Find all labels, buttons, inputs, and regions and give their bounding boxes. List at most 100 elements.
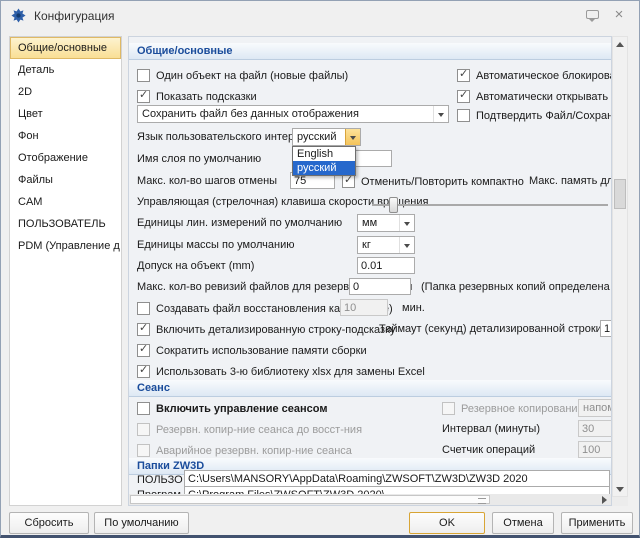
user-folder-label: ПОЛЬЗО [137,474,183,486]
sidebar-item-part[interactable]: Деталь [10,59,121,81]
sidebar-item-cam[interactable]: CAM [10,191,121,213]
horizontal-scrollbar-thumb[interactable] [130,495,490,504]
language-value: русский [297,131,336,143]
defaults-button[interactable]: По умолчанию [94,512,189,534]
sidebar-item-label: Деталь [18,64,54,76]
rotation-speed-slider-thumb[interactable] [389,197,398,213]
window-title: Конфигурация [34,9,115,23]
scroll-down-icon[interactable] [613,482,627,496]
cancel-button[interactable]: Отмена [492,512,554,534]
confirm-save-checkbox[interactable] [457,109,470,122]
show-tips-checkbox[interactable] [137,90,150,103]
sidebar-item-2d[interactable]: 2D [10,81,121,103]
sidebar-item-label: CAM [18,196,42,208]
sidebar-item-background[interactable]: Фон [10,125,121,147]
auto-error-checkbox[interactable] [457,90,470,103]
sidebar-item-pdm[interactable]: PDM (Управление дан... [10,235,121,257]
session-mgmt-row: Включить управление сеансом [137,402,327,415]
sidebar-item-label: Файлы [18,174,53,186]
xlsx-label: Использовать 3-ю библиотеку xlsx для зам… [156,366,425,378]
tooltip-timeout-input[interactable] [600,320,612,337]
sidebar-item-label: ПОЛЬЗОВАТЕЛЬ [18,218,106,230]
horizontal-scrollbar[interactable] [129,494,611,505]
sidebar-item-label: Общие/основные [18,42,107,54]
rotation-speed-slider-track[interactable] [372,204,608,206]
sidebar-item-color[interactable]: Цвет [10,103,121,125]
chevron-down-icon[interactable] [345,129,360,145]
sidebar-item-files[interactable]: Файлы [10,169,121,191]
language-dropdown-list: English русский [292,146,356,176]
op-counter-input[interactable] [578,441,612,458]
sidebar-item-label: Отображение [18,152,88,164]
xlsx-row: Использовать 3-ю библиотеку xlsx для зам… [137,365,425,378]
max-memory-label: Макс. память для отм [529,175,612,187]
titlebar[interactable]: Конфигурация × [1,1,639,31]
configuration-dialog: Конфигурация × Общие/основные Деталь 2D … [0,0,640,538]
user-folder-input[interactable] [184,470,610,487]
app-logo-icon [11,8,26,23]
backup-before-restore-row: Резервн. копир-ние сеанса до восст-ния [137,423,362,436]
reduce-memory-label: Сократить использование памяти сборки [156,345,367,357]
tolerance-input[interactable] [357,257,415,274]
xlsx-checkbox[interactable] [137,365,150,378]
layer-name-input[interactable] [354,150,392,167]
session-mgmt-label: Включить управление сеансом [156,403,327,415]
session-backup-mode-combobox[interactable]: напоми [578,399,612,417]
vertical-scrollbar[interactable] [612,36,628,497]
chevron-down-icon[interactable] [433,106,448,122]
detailed-tooltip-checkbox[interactable] [137,323,150,336]
ok-button[interactable]: OK [409,512,485,534]
scroll-up-icon[interactable] [613,37,627,51]
language-option-russian[interactable]: русский [293,161,355,175]
undo-compact-label: Отменить/Повторить компактно [361,176,524,188]
language-option-english[interactable]: English [293,147,355,161]
emergency-backup-checkbox[interactable] [137,444,150,457]
minutes-label: мин. [402,302,425,314]
undo-compact-checkbox[interactable] [342,175,355,188]
auto-lock-checkbox[interactable] [457,69,470,82]
interval-label: Интервал (минуты) [442,423,540,435]
confirm-save-label: Подтвердить Файл/Сохранение [476,110,612,122]
interval-input[interactable] [578,420,612,437]
save-file-mode-combobox[interactable]: Сохранить файл без данных отображения [137,105,449,123]
detailed-tooltip-row: Включить детализированную строку-подсказ… [137,323,396,336]
show-tips-row: Показать подсказки [137,90,257,103]
sidebar-item-display[interactable]: Отображение [10,147,121,169]
one-object-row: Один объект на файл (новые файлы) [137,69,348,82]
apply-button[interactable]: Применить [561,512,633,534]
sidebar-item-label: 2D [18,86,32,98]
sidebar-item-user[interactable]: ПОЛЬЗОВАТЕЛЬ [10,213,121,235]
vertical-scrollbar-thumb[interactable] [614,179,626,209]
session-backup-checkbox[interactable] [442,402,455,415]
backup-revisions-input[interactable] [349,278,411,295]
recovery-checkbox[interactable] [137,302,150,315]
mass-units-combobox[interactable]: кг [357,236,415,254]
chevron-down-icon[interactable] [399,215,414,231]
op-counter-label: Счетчик операций [442,444,535,456]
close-icon[interactable]: × [611,9,627,23]
undo-compact-row: Отменить/Повторить компактно [342,175,524,188]
backup-before-restore-label: Резервн. копир-ние сеанса до восст-ния [156,424,362,436]
linear-units-label: Единицы лин. измерений по умолчанию [137,217,342,229]
chevron-down-icon[interactable] [399,237,414,253]
help-icon[interactable] [585,9,601,23]
show-tips-label: Показать подсказки [156,91,257,103]
reset-button[interactable]: Сбросить [9,512,89,534]
auto-error-row: Автоматически открывать окно ошиб [457,90,612,103]
sidebar-item-label: PDM (Управление дан... [18,240,121,252]
reduce-memory-row: Сократить использование памяти сборки [137,344,367,357]
sidebar-item-label: Цвет [18,108,43,120]
section-header-session: Сеанс [129,380,611,397]
max-undo-label: Макс. кол-во шагов отмены [137,175,277,187]
reduce-memory-checkbox[interactable] [137,344,150,357]
language-combobox[interactable]: русский [292,128,361,146]
recovery-minutes-input[interactable] [340,299,388,316]
backup-note-label: (Папка резервных копий определена на вкл… [421,281,612,293]
session-mgmt-checkbox[interactable] [137,402,150,415]
layer-name-label: Имя слоя по умолчанию [137,153,261,165]
linear-units-combobox[interactable]: мм [357,214,415,232]
scroll-right-icon[interactable] [597,494,611,505]
one-object-checkbox[interactable] [137,69,150,82]
backup-before-restore-checkbox[interactable] [137,423,150,436]
sidebar-item-general[interactable]: Общие/основные [10,37,121,59]
